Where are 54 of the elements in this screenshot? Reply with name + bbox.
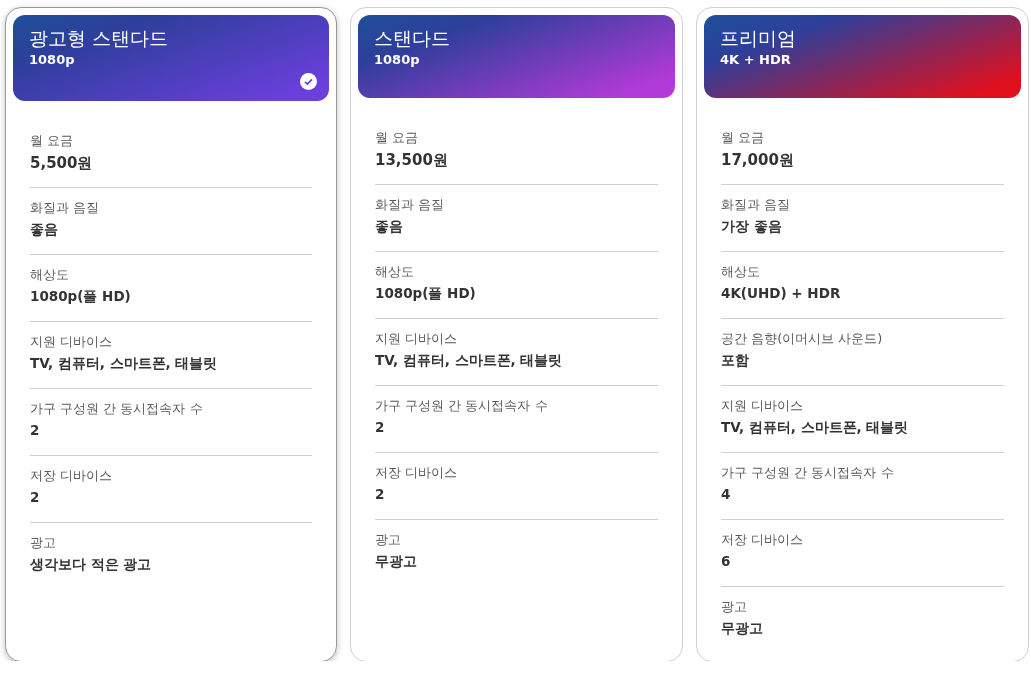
feature-value: 좋음 bbox=[375, 217, 404, 236]
feature-value: TV, 컴퓨터, 스마트폰, 태블릿 bbox=[375, 351, 564, 370]
price-value: 17,000원 bbox=[721, 150, 795, 171]
feature-value: 좋음 bbox=[30, 220, 59, 239]
feature-value: 4K(UHD) + HDR bbox=[721, 284, 842, 303]
feature-label: 가구 구성원 간 동시접속자 수 bbox=[30, 400, 204, 418]
feature-value: 2 bbox=[375, 418, 386, 437]
feature-label: 해상도 bbox=[30, 266, 70, 284]
feature-value: 1080p(풀 HD) bbox=[375, 284, 477, 303]
feature-label: 화질과 음질 bbox=[375, 196, 446, 214]
feature-value: 6 bbox=[721, 552, 732, 571]
plan-card[interactable]: 프리미엄 4K + HDR 월 요금 17,000원 화질과 음질 가장 좋음 해상도 4K(UHD) + HDR 공간 음향(이머시브 사운드) 포함 지원 디바이스 TV, 컴퓨터, 스마트폰, 태블릿 가구 구성원 간 동시접속자 수 4 저장 디바이스 6 광고 무광고 bbox=[696, 7, 1029, 661]
feature-value: 4 bbox=[721, 485, 732, 504]
feature-value: 무광고 bbox=[721, 619, 764, 638]
feature-label: 해상도 bbox=[721, 263, 761, 281]
feature-label: 광고 bbox=[30, 534, 57, 552]
price-value: 5,500원 bbox=[30, 153, 94, 174]
feature-label: 화질과 음질 bbox=[30, 199, 101, 217]
plan-card[interactable]: 광고형 스탠다드 1080p 월 요금 5,500원 화질과 음질 좋음 해상도 1080p(풀 HD) 지원 디바이스 TV, 컴퓨터, 스마트폰, 태블릿 가구 구성원 간 동시접속자 수 2 저장 디바이스 2 광고 생각보다 적은 광고 bbox=[5, 7, 337, 661]
feature-label: 가구 구성원 간 동시접속자 수 bbox=[721, 464, 895, 482]
feature-value: 2 bbox=[30, 488, 41, 507]
feature-label: 지원 디바이스 bbox=[375, 330, 459, 348]
feature-label: 공간 음향(이머시브 사운드) bbox=[721, 330, 884, 348]
plan-card[interactable]: 스탠다드 1080p 월 요금 13,500원 화질과 음질 좋음 해상도 1080p(풀 HD) 지원 디바이스 TV, 컴퓨터, 스마트폰, 태블릿 가구 구성원 간 동시접속자 수 2 저장 디바이스 2 광고 무광고 bbox=[350, 7, 683, 661]
feature-label: 가구 구성원 간 동시접속자 수 bbox=[375, 397, 549, 415]
plan-name: 광고형 스탠다드 bbox=[29, 26, 170, 51]
plan-name: 스탠다드 bbox=[374, 26, 451, 51]
feature-value: 2 bbox=[30, 421, 41, 440]
feature-label: 월 요금 bbox=[30, 132, 75, 150]
feature-label: 지원 디바이스 bbox=[721, 397, 805, 415]
feature-value: 1080p(풀 HD) bbox=[30, 287, 132, 306]
plan-quality: 1080p bbox=[29, 51, 76, 69]
feature-label: 광고 bbox=[721, 598, 748, 616]
plan-quality: 1080p bbox=[374, 51, 421, 69]
plan-quality: 4K + HDR bbox=[720, 51, 792, 69]
feature-value: 가장 좋음 bbox=[721, 217, 783, 236]
feature-value: 생각보다 적은 광고 bbox=[30, 555, 153, 574]
check-icon bbox=[300, 73, 317, 90]
feature-value: 포함 bbox=[721, 351, 750, 370]
feature-value: TV, 컴퓨터, 스마트폰, 태블릿 bbox=[721, 418, 910, 437]
feature-label: 해상도 bbox=[375, 263, 415, 281]
feature-label: 저장 디바이스 bbox=[375, 464, 459, 482]
feature-label: 지원 디바이스 bbox=[30, 333, 114, 351]
feature-value: 무광고 bbox=[375, 552, 418, 571]
plan-name: 프리미엄 bbox=[720, 26, 797, 51]
price-value: 13,500원 bbox=[375, 150, 449, 171]
feature-label: 월 요금 bbox=[375, 129, 420, 147]
feature-label: 화질과 음질 bbox=[721, 196, 792, 214]
feature-value: TV, 컴퓨터, 스마트폰, 태블릿 bbox=[30, 354, 219, 373]
feature-label: 월 요금 bbox=[721, 129, 766, 147]
feature-label: 광고 bbox=[375, 531, 402, 549]
feature-label: 저장 디바이스 bbox=[721, 531, 805, 549]
feature-label: 저장 디바이스 bbox=[30, 467, 114, 485]
feature-value: 2 bbox=[375, 485, 386, 504]
